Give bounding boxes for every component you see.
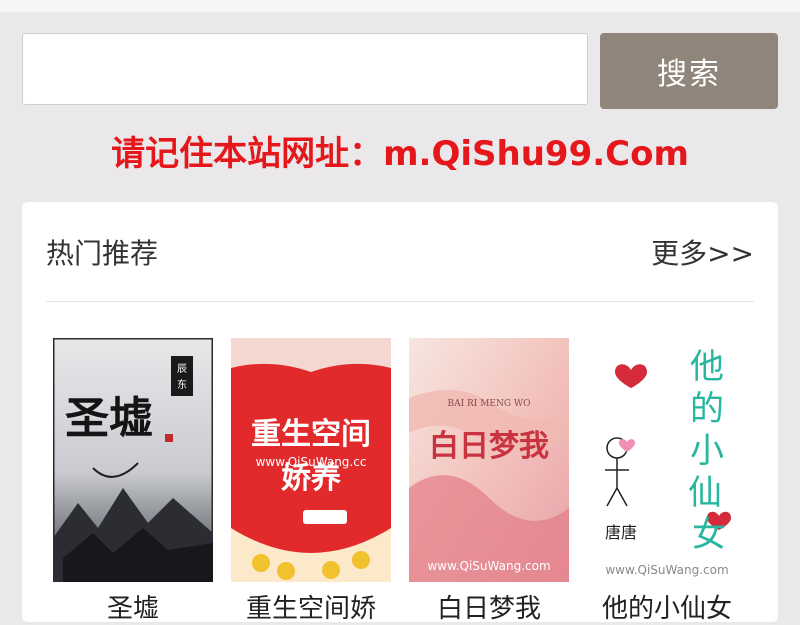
book-item-2[interactable]: 重生空间 娇养 www.QiSuWang.cc 重生空间娇 xyxy=(231,338,391,624)
cover-subtitle: BAI RI MENG WO xyxy=(447,399,530,409)
cover-title: 重生空间 xyxy=(251,417,371,452)
cover-char-1: 他 xyxy=(690,347,724,387)
panel-header: 热门推荐 更多>> xyxy=(22,202,778,302)
book-title[interactable]: 白日梦我 xyxy=(403,588,575,625)
hot-recommend-panel: 热门推荐 更多>> 圣墟 辰 东 圣墟 重生空间 娇养 www.QiSuWang… xyxy=(22,202,778,624)
cover-watermark: www.QiSuWang.cc xyxy=(256,455,367,469)
book-cover[interactable]: 圣墟 辰 东 xyxy=(53,338,213,582)
cover-watermark: www.QiSuWang.com xyxy=(427,559,550,573)
cover-art: 圣墟 辰 东 xyxy=(53,338,213,582)
cover-char-3: 小 xyxy=(690,431,724,471)
book-title[interactable]: 他的小仙女 xyxy=(581,588,753,625)
top-bar xyxy=(0,0,800,12)
cover-badge-text-2: 东 xyxy=(177,378,187,391)
book-item-4[interactable]: 他 的 小 仙 女 唐唐 www.QiSuWang.com 他的小仙女 xyxy=(587,338,747,624)
search-bar: 搜索 xyxy=(22,33,778,109)
divider xyxy=(46,301,754,302)
site-address-notice: 请记住本站网址：m.QiShu99.Com xyxy=(111,134,689,174)
cover-title: 白日梦我 xyxy=(429,429,549,464)
book-cover[interactable]: 重生空间 娇养 www.QiSuWang.cc xyxy=(231,338,391,582)
cover-char-4: 仙 xyxy=(688,473,722,513)
cover-watermark: www.QiSuWang.com xyxy=(605,563,728,577)
panel-title: 热门推荐 xyxy=(46,237,159,270)
cover-title: 圣墟 xyxy=(65,393,153,444)
book-item-1[interactable]: 圣墟 辰 东 圣墟 xyxy=(53,338,213,624)
cover-char-5: 女 xyxy=(692,515,726,555)
book-item-3[interactable]: BAI RI MENG WO 白日梦我 www.QiSuWang.com 白日梦… xyxy=(409,338,569,624)
cover-art: 他 的 小 仙 女 唐唐 www.QiSuWang.com xyxy=(587,338,747,582)
book-title[interactable]: 圣墟 xyxy=(47,588,219,625)
cover-author: 唐唐 xyxy=(605,523,637,542)
search-button[interactable]: 搜索 xyxy=(600,33,778,109)
more-link[interactable]: 更多>> xyxy=(651,232,754,272)
search-input[interactable] xyxy=(22,33,588,105)
cover-badge-text: 辰 xyxy=(177,363,187,375)
cover-art: 重生空间 娇养 www.QiSuWang.cc xyxy=(231,338,391,582)
book-list: 圣墟 辰 东 圣墟 重生空间 娇养 www.QiSuWang.cc 重生空间娇 … xyxy=(53,338,753,624)
cover-art: BAI RI MENG WO 白日梦我 www.QiSuWang.com xyxy=(409,338,569,582)
book-cover[interactable]: 他 的 小 仙 女 唐唐 www.QiSuWang.com xyxy=(587,338,747,582)
book-cover[interactable]: BAI RI MENG WO 白日梦我 www.QiSuWang.com xyxy=(409,338,569,582)
cover-char-2: 的 xyxy=(690,389,724,429)
book-title[interactable]: 重生空间娇 xyxy=(225,588,397,625)
